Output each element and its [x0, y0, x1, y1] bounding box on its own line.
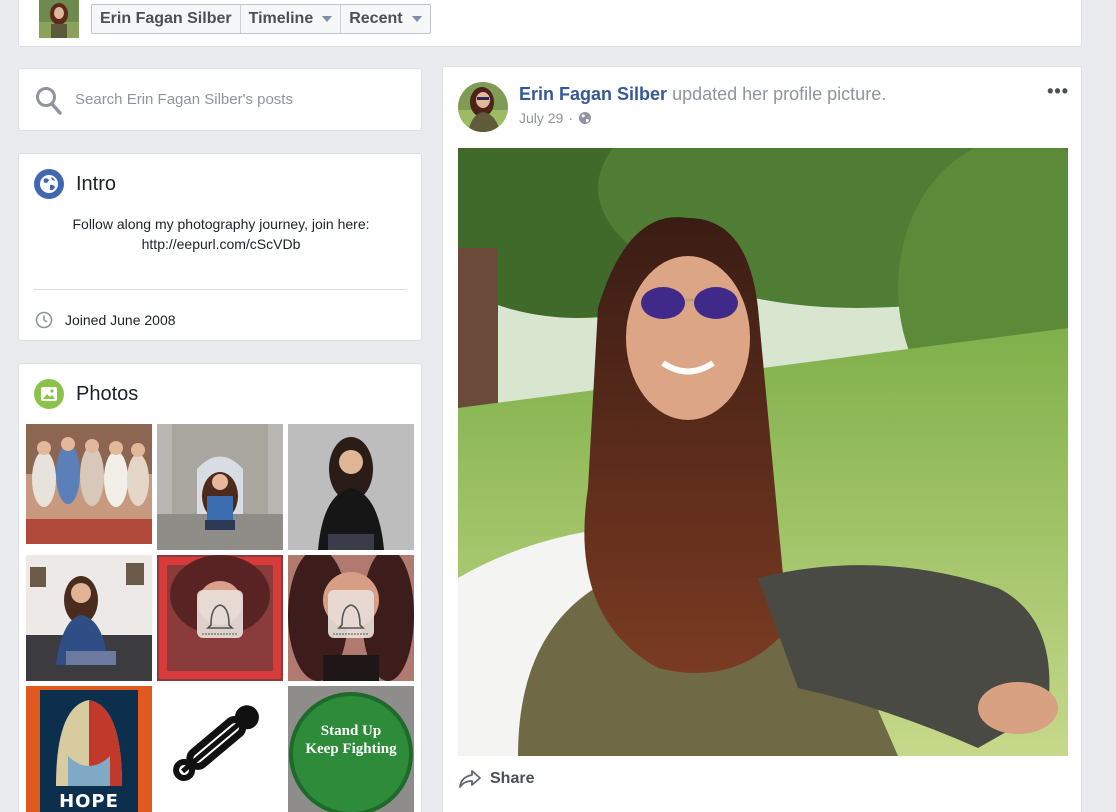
chevron-down-icon [411, 16, 422, 22]
post-date[interactable]: July 29 [519, 110, 563, 126]
search-icon [36, 87, 62, 115]
intro-title: Intro [76, 172, 117, 195]
search-posts-box [18, 68, 422, 131]
profile-picture-image[interactable] [458, 148, 1068, 756]
header-avatar[interactable] [39, 0, 79, 38]
recent-dropdown-label: Recent [349, 10, 403, 27]
share-button[interactable]: Share [458, 769, 534, 789]
intro-card: Intro Follow along my photography journe… [18, 153, 422, 341]
recent-dropdown[interactable]: Recent [341, 5, 429, 33]
photos-title: Photos [76, 382, 139, 405]
photo-tile-hope-poster[interactable]: HOPE [26, 686, 152, 812]
post-author-name[interactable]: Erin Fagan Silber [519, 84, 667, 104]
photos-card: Photos HOPE Stand Up Keep Fighting [18, 363, 422, 812]
joined-row: Joined June 2008 [35, 311, 176, 329]
intro-divider [34, 289, 407, 290]
post-header-text: Erin Fagan Silber updated her profile pi… [519, 84, 886, 105]
photo-tile-black-sweater[interactable] [288, 424, 414, 550]
photo-tile-ringer-framed[interactable] [157, 555, 283, 681]
photos-header: Photos [34, 379, 138, 409]
intro-header: Intro [34, 169, 116, 199]
photo-tile-couch[interactable] [26, 555, 152, 681]
post-author-avatar[interactable] [458, 82, 508, 132]
breadcrumb-profile-name[interactable]: Erin Fagan Silber [92, 5, 241, 33]
post-options-button[interactable]: ••• [1047, 81, 1069, 102]
photo-tile-ringer[interactable] [288, 555, 414, 681]
share-label: Share [490, 770, 535, 787]
timeline-sticky-header: Erin Fagan Silber Timeline Recent [18, 0, 1082, 47]
intro-bio-text: Follow along my photography journey, joi… [72, 216, 370, 232]
photo-icon [34, 379, 64, 409]
chevron-down-icon [322, 16, 333, 22]
timeline-breadcrumb: Erin Fagan Silber Timeline Recent [91, 4, 431, 34]
post-meta: July 29 · [519, 110, 592, 126]
meta-separator: · [568, 110, 574, 126]
button-caption: Stand Up Keep Fighting [288, 722, 414, 758]
timeline-dropdown-label: Timeline [248, 10, 314, 27]
clock-icon [35, 311, 53, 329]
globe-icon [34, 169, 64, 199]
post-action-text: updated her profile picture. [672, 84, 887, 104]
photo-tile-group[interactable] [26, 424, 152, 550]
photo-tile-stand-up-button[interactable]: Stand Up Keep Fighting [288, 686, 414, 812]
photos-grid: HOPE Stand Up Keep Fighting [26, 424, 415, 812]
joined-text: Joined June 2008 [65, 312, 176, 328]
button-caption-line2: Keep Fighting [305, 741, 397, 757]
intro-bio-link[interactable]: http://eepurl.com/cScVDb [39, 234, 403, 254]
timeline-dropdown[interactable]: Timeline [241, 5, 342, 33]
photo-tile-safety-pin[interactable] [157, 686, 283, 812]
button-caption-line1: Stand Up [320, 723, 382, 739]
hope-caption: HOPE [59, 791, 119, 812]
photo-tile-arch[interactable] [157, 424, 283, 550]
share-icon [459, 770, 481, 788]
intro-bio: Follow along my photography journey, joi… [39, 214, 403, 254]
profile-picture-post: Erin Fagan Silber updated her profile pi… [442, 66, 1082, 812]
search-posts-input[interactable] [75, 83, 405, 115]
globe-icon[interactable] [578, 111, 592, 125]
